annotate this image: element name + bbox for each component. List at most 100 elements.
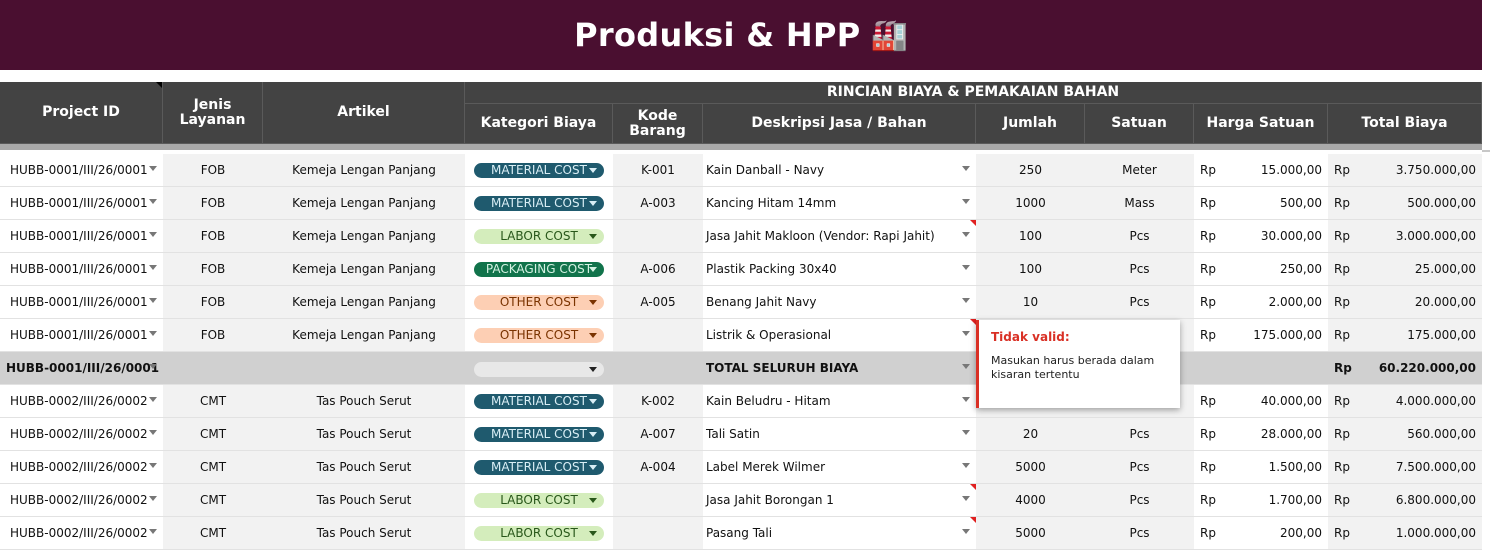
cell-project-id[interactable]: HUBB-0002/III/26/0002: [0, 483, 163, 517]
dropdown-arrow-icon[interactable]: [962, 463, 970, 468]
chip-dropdown-icon[interactable]: [589, 431, 597, 437]
cell-artikel[interactable]: Kemeja Lengan Panjang: [263, 285, 465, 319]
dropdown-arrow-icon[interactable]: [962, 496, 970, 501]
category-chip[interactable]: LABOR COST: [474, 492, 604, 508]
cell-artikel[interactable]: Tas Pouch Serut: [263, 483, 465, 517]
cell-harga-satuan[interactable]: Rp 2.000,00: [1194, 285, 1328, 319]
cell-jumlah[interactable]: 5000: [976, 516, 1085, 550]
dropdown-arrow-icon[interactable]: [962, 364, 970, 369]
cell-jenis-layanan[interactable]: FOB: [163, 219, 263, 253]
cell-jumlah[interactable]: 100: [976, 219, 1085, 253]
cell-artikel[interactable]: [263, 351, 465, 385]
header-artikel[interactable]: Artikel: [263, 82, 465, 144]
cell-kode-barang[interactable]: A-005: [613, 285, 703, 319]
cell-total-biaya[interactable]: Rp 4.000.000,00: [1328, 384, 1482, 418]
dropdown-arrow-icon[interactable]: [149, 529, 157, 534]
cell-deskripsi[interactable]: Listrik & Operasional: [703, 318, 976, 352]
chip-dropdown-icon[interactable]: [589, 233, 597, 239]
chip-dropdown-icon[interactable]: [589, 464, 597, 470]
cell-total-biaya[interactable]: Rp 500.000,00: [1328, 186, 1482, 220]
cell-project-id[interactable]: HUBB-0002/III/26/0002: [0, 417, 163, 451]
dropdown-arrow-icon[interactable]: [149, 364, 157, 369]
cell-artikel[interactable]: Kemeja Lengan Panjang: [263, 219, 465, 253]
cell-kategori-biaya[interactable]: [465, 351, 613, 385]
cell-total-biaya[interactable]: Rp 25.000,00: [1328, 252, 1482, 286]
chip-dropdown-icon[interactable]: [589, 200, 597, 206]
cell-jumlah[interactable]: 5000: [976, 450, 1085, 484]
dropdown-arrow-icon[interactable]: [149, 199, 157, 204]
cell-satuan[interactable]: Pcs: [1085, 285, 1194, 319]
cell-project-id[interactable]: HUBB-0002/III/26/0002: [0, 450, 163, 484]
cell-kategori-biaya[interactable]: PACKAGING COST: [465, 252, 613, 286]
cell-total-biaya[interactable]: Rp 6.800.000,00: [1328, 483, 1482, 517]
header-group-rincian[interactable]: RINCIAN BIAYA & PEMAKAIAN BAHAN: [465, 82, 1482, 104]
cell-artikel[interactable]: Kemeja Lengan Panjang: [263, 186, 465, 220]
cell-harga-satuan[interactable]: Rp 500,00: [1194, 186, 1328, 220]
dropdown-arrow-icon[interactable]: [962, 298, 970, 303]
cell-total-biaya[interactable]: Rp 3.000.000,00: [1328, 219, 1482, 253]
chip-dropdown-icon[interactable]: [589, 497, 597, 503]
cell-deskripsi[interactable]: Benang Jahit Navy: [703, 285, 976, 319]
cell-artikel[interactable]: Tas Pouch Serut: [263, 450, 465, 484]
header-satuan[interactable]: Satuan: [1085, 104, 1194, 144]
dropdown-arrow-icon[interactable]: [149, 496, 157, 501]
cell-project-id[interactable]: HUBB-0002/III/26/0002: [0, 384, 163, 418]
header-deskripsi[interactable]: Deskripsi Jasa / Bahan: [703, 104, 976, 144]
cell-kategori-biaya[interactable]: LABOR COST: [465, 219, 613, 253]
cell-kode-barang[interactable]: [613, 318, 703, 352]
cell-deskripsi[interactable]: Label Merek Wilmer: [703, 450, 976, 484]
category-chip[interactable]: [474, 362, 604, 378]
dropdown-arrow-icon[interactable]: [149, 397, 157, 402]
dropdown-arrow-icon[interactable]: [149, 331, 157, 336]
cell-satuan[interactable]: Pcs: [1085, 450, 1194, 484]
dropdown-arrow-icon[interactable]: [962, 166, 970, 171]
cell-harga-satuan[interactable]: Rp 15.000,00: [1194, 154, 1328, 187]
cell-jenis-layanan[interactable]: FOB: [163, 318, 263, 352]
chip-dropdown-icon[interactable]: [589, 266, 597, 272]
cell-jenis-layanan[interactable]: FOB: [163, 252, 263, 286]
cell-jumlah[interactable]: 4000: [976, 483, 1085, 517]
dropdown-arrow-icon[interactable]: [149, 232, 157, 237]
cell-artikel[interactable]: Tas Pouch Serut: [263, 516, 465, 550]
cell-satuan[interactable]: Mass: [1085, 186, 1194, 220]
dropdown-arrow-icon[interactable]: [962, 265, 970, 270]
cell-harga-satuan[interactable]: Rp 40.000,00: [1194, 384, 1328, 418]
cell-project-id[interactable]: HUBB-0001/III/26/0001: [0, 186, 163, 220]
cell-kategori-biaya[interactable]: MATERIAL COST: [465, 154, 613, 187]
dropdown-arrow-icon[interactable]: [962, 397, 970, 402]
cell-harga-satuan[interactable]: Rp 1.500,00: [1194, 450, 1328, 484]
cell-jenis-layanan[interactable]: FOB: [163, 285, 263, 319]
header-kategori-biaya[interactable]: Kategori Biaya: [465, 104, 613, 144]
dropdown-arrow-icon[interactable]: [149, 430, 157, 435]
category-chip[interactable]: MATERIAL COST: [474, 162, 604, 178]
cell-jumlah[interactable]: 1000: [976, 186, 1085, 220]
cell-project-id[interactable]: HUBB-0001/III/26/0001: [0, 219, 163, 253]
scrollbar-edge[interactable]: [1482, 150, 1490, 152]
cell-artikel[interactable]: Kemeja Lengan Panjang: [263, 318, 465, 352]
dropdown-arrow-icon[interactable]: [962, 430, 970, 435]
cell-satuan[interactable]: Meter: [1085, 154, 1194, 187]
dropdown-arrow-icon[interactable]: [962, 232, 970, 237]
cell-kode-barang[interactable]: [613, 516, 703, 550]
cell-kategori-biaya[interactable]: LABOR COST: [465, 516, 613, 550]
cell-harga-satuan[interactable]: Rp 1.700,00: [1194, 483, 1328, 517]
cell-deskripsi[interactable]: Tali Satin: [703, 417, 976, 451]
dropdown-arrow-icon[interactable]: [149, 166, 157, 171]
cell-artikel[interactable]: Kemeja Lengan Panjang: [263, 252, 465, 286]
cell-harga-satuan[interactable]: Rp 250,00: [1194, 252, 1328, 286]
header-kode-barang[interactable]: Kode Barang: [613, 104, 703, 144]
dropdown-arrow-icon[interactable]: [149, 265, 157, 270]
header-project-id[interactable]: Project ID: [0, 82, 163, 144]
cell-harga-satuan[interactable]: Rp 30.000,00: [1194, 219, 1328, 253]
cell-project-id[interactable]: HUBB-0001/III/26/0001: [0, 252, 163, 286]
cell-harga-satuan[interactable]: Rp 28.000,00: [1194, 417, 1328, 451]
chip-dropdown-icon[interactable]: [589, 398, 597, 404]
cell-jenis-layanan[interactable]: CMT: [163, 384, 263, 418]
chip-dropdown-icon[interactable]: [589, 167, 597, 173]
cell-kode-barang[interactable]: [613, 351, 703, 385]
cell-kode-barang[interactable]: K-002: [613, 384, 703, 418]
category-chip[interactable]: MATERIAL COST: [474, 393, 604, 409]
cell-kategori-biaya[interactable]: OTHER COST: [465, 285, 613, 319]
cell-kategori-biaya[interactable]: LABOR COST: [465, 483, 613, 517]
category-chip[interactable]: PACKAGING COST: [474, 261, 604, 277]
